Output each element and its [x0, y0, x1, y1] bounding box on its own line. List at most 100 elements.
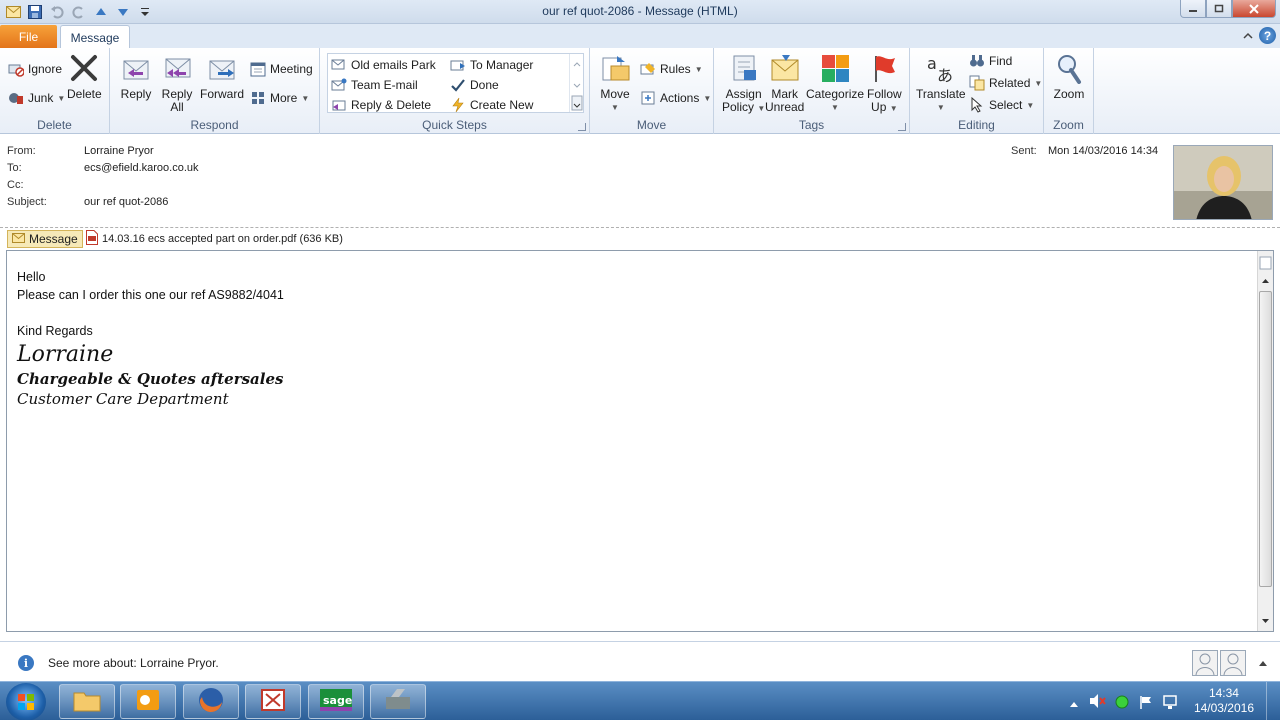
categorize-button[interactable]: Categorize ▼	[806, 52, 864, 114]
outlook-taskbar-button[interactable]	[120, 684, 176, 719]
mark-unread-button[interactable]: Mark Unread	[765, 52, 804, 114]
ribbon-tabs: File Message ?	[0, 24, 1280, 49]
chevron-down-icon: ▼	[1034, 78, 1043, 88]
message-body[interactable]: Hello Please can I order this one our re…	[6, 250, 1274, 632]
collapse-ribbon-button[interactable]	[1243, 29, 1253, 43]
chevron-down-icon: ▼	[831, 103, 839, 112]
zoom-group: Zoom Zoom	[1044, 48, 1094, 134]
envelope-icon	[12, 232, 25, 246]
follow-up-label-2-text: Up	[871, 100, 887, 114]
translate-button[interactable]: aあ Translate ▼	[916, 52, 966, 114]
assign-policy-label-2-text: Policy	[722, 100, 755, 114]
junk-label: Junk	[28, 91, 54, 105]
meeting-button[interactable]: Meeting	[250, 61, 313, 77]
message-tab-button[interactable]: Message	[7, 230, 83, 248]
rules-button[interactable]: Rules ▼	[640, 61, 703, 77]
title-bar: our ref quot-2086 - Message (HTML)	[0, 0, 1280, 24]
person-avatar-icon[interactable]	[1220, 650, 1246, 676]
cc-label: Cc:	[7, 179, 24, 191]
quick-step-reply-delete[interactable]: Reply & Delete	[331, 97, 431, 113]
vertical-scrollbar[interactable]	[1257, 251, 1273, 631]
quick-step-label: Old emails Park	[351, 58, 436, 72]
subject-label: Subject:	[7, 196, 47, 208]
quick-steps-group: Old emails Park Team E-mail Reply & Dele…	[320, 48, 590, 134]
delete-button[interactable]: Delete	[67, 52, 102, 101]
volume-muted-icon[interactable]	[1089, 693, 1107, 712]
action-center-flag-icon[interactable]	[1138, 694, 1154, 713]
more-respond-button[interactable]: More ▼	[250, 90, 309, 106]
ribbon: Ignore Junk ▼ Delete Delete Reply Reply …	[0, 48, 1280, 134]
quick-steps-gallery: Old emails Park Team E-mail Reply & Dele…	[327, 53, 584, 113]
people-pane-text[interactable]: See more about: Lorraine Pryor.	[48, 656, 219, 670]
reply-button[interactable]: Reply	[120, 52, 152, 101]
status-green-icon[interactable]	[1114, 694, 1130, 713]
move-button[interactable]: Move ▼	[599, 52, 631, 114]
quick-step-old-emails-park[interactable]: Old emails Park	[331, 57, 436, 73]
ignore-button[interactable]: Ignore	[8, 61, 62, 77]
tab-message[interactable]: Message	[60, 25, 130, 49]
reply-all-label-2: All	[170, 100, 184, 114]
chevron-down-icon: ▼	[611, 103, 619, 112]
show-desktop-button[interactable]	[1266, 682, 1280, 720]
close-button[interactable]	[1232, 0, 1276, 18]
reply-delete-icon	[331, 97, 347, 113]
help-icon[interactable]: ?	[1259, 27, 1276, 44]
network-icon[interactable]	[1162, 694, 1178, 713]
explorer-taskbar-button[interactable]	[59, 684, 115, 719]
move-group-label: Move	[636, 118, 667, 132]
junk-button[interactable]: Junk ▼	[8, 90, 65, 106]
quick-step-team-email[interactable]: Team E-mail	[331, 77, 418, 93]
assign-policy-button[interactable]: Assign Policy ▼	[722, 52, 765, 115]
actions-button[interactable]: Actions ▼	[640, 90, 711, 106]
from-value[interactable]: Lorraine Pryor	[84, 145, 154, 157]
maximize-button[interactable]	[1206, 0, 1232, 18]
to-value[interactable]: ecs@efield.karoo.co.uk	[84, 162, 199, 174]
quick-step-to-manager[interactable]: To Manager	[450, 57, 533, 73]
minimize-button[interactable]	[1180, 0, 1206, 18]
firefox-taskbar-button[interactable]	[183, 684, 239, 719]
scanner-taskbar-button[interactable]	[370, 684, 426, 719]
categorize-icon	[819, 52, 851, 84]
rules-label: Rules	[660, 62, 691, 76]
select-button[interactable]: Select ▼	[969, 96, 1034, 113]
people-pane: i See more about: Lorraine Pryor.	[0, 641, 1280, 681]
signature-role: Chargeable & Quotes aftersales	[17, 370, 284, 388]
quick-step-done[interactable]: Done	[450, 77, 499, 93]
svg-text:あ: あ	[937, 66, 953, 84]
zoom-label: Zoom	[1053, 87, 1085, 101]
sender-photo[interactable]	[1173, 145, 1273, 220]
show-hidden-icons-button[interactable]	[1069, 697, 1079, 711]
zoom-button[interactable]: Zoom	[1053, 52, 1085, 101]
assign-policy-icon	[728, 52, 760, 84]
delete-group-label: Delete	[37, 118, 72, 132]
start-button[interactable]	[6, 683, 46, 720]
pdf-attachment[interactable]: 14.03.16 ecs accepted part on order.pdf …	[86, 230, 343, 248]
quick-step-create-new[interactable]: Create New	[450, 97, 533, 113]
related-button[interactable]: Related ▼	[969, 75, 1042, 91]
window-controls	[1180, 0, 1276, 18]
folder-icon	[72, 687, 102, 716]
chevron-down-icon: ▼	[703, 93, 712, 103]
respond-group-label: Respond	[190, 118, 239, 132]
firefox-icon	[196, 685, 226, 718]
tabbar-right: ?	[1243, 27, 1276, 44]
follow-up-button[interactable]: Follow Up ▼	[867, 52, 902, 115]
tab-file[interactable]: File	[0, 25, 57, 48]
message-header: From: Lorraine Pryor To: ecs@efield.karo…	[0, 135, 1280, 227]
taskbar: sage 14:34 14/03/2016	[0, 681, 1280, 720]
outlook-icon	[133, 687, 163, 716]
clock[interactable]: 14:34 14/03/2016	[1194, 686, 1254, 716]
pdf-reader-taskbar-button[interactable]	[245, 684, 301, 719]
translate-label: Translate	[916, 87, 966, 101]
find-button[interactable]: Find	[969, 53, 1012, 69]
person-avatar-icon[interactable]	[1192, 650, 1218, 676]
reply-all-button[interactable]: Reply All	[161, 52, 193, 114]
quick-steps-scroll[interactable]	[569, 54, 583, 112]
lightning-icon	[450, 97, 466, 113]
scroll-thumb[interactable]	[1259, 291, 1272, 587]
forward-button[interactable]: Forward	[200, 52, 244, 101]
move-folder-icon	[599, 52, 631, 84]
expand-people-pane-button[interactable]	[1258, 656, 1268, 670]
rules-icon	[640, 61, 656, 77]
sage-taskbar-button[interactable]: sage	[308, 684, 364, 719]
